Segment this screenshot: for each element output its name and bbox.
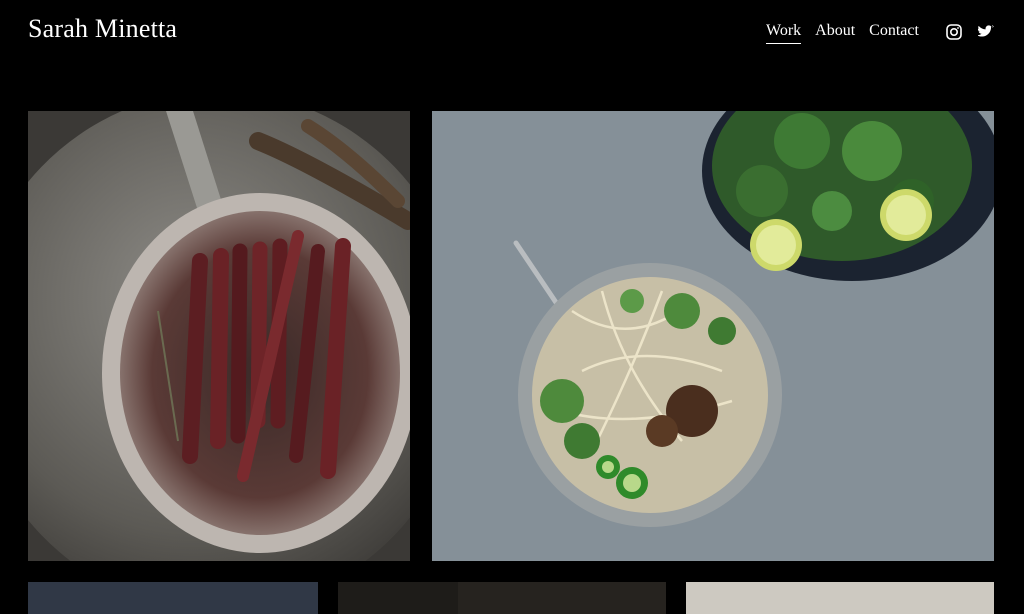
gallery-image-bottom-middle[interactable] bbox=[338, 582, 666, 614]
site-header: Sarah Minetta Work About Contact bbox=[0, 0, 1024, 64]
gallery-image-bottom-left[interactable] bbox=[28, 582, 318, 614]
nav-about-link[interactable]: About bbox=[815, 22, 855, 44]
main-nav: Work About Contact bbox=[766, 22, 919, 44]
nav-contact-link[interactable]: Contact bbox=[869, 22, 919, 44]
site-title[interactable]: Sarah Minetta bbox=[28, 14, 177, 44]
gallery-image-roasted-carrots[interactable] bbox=[28, 111, 410, 561]
gallery-image-pho-bowl[interactable] bbox=[432, 111, 994, 561]
nav-work-link[interactable]: Work bbox=[766, 22, 802, 44]
gallery-image-bottom-right[interactable] bbox=[686, 582, 994, 614]
twitter-icon[interactable] bbox=[978, 24, 994, 40]
instagram-icon[interactable] bbox=[946, 24, 962, 40]
